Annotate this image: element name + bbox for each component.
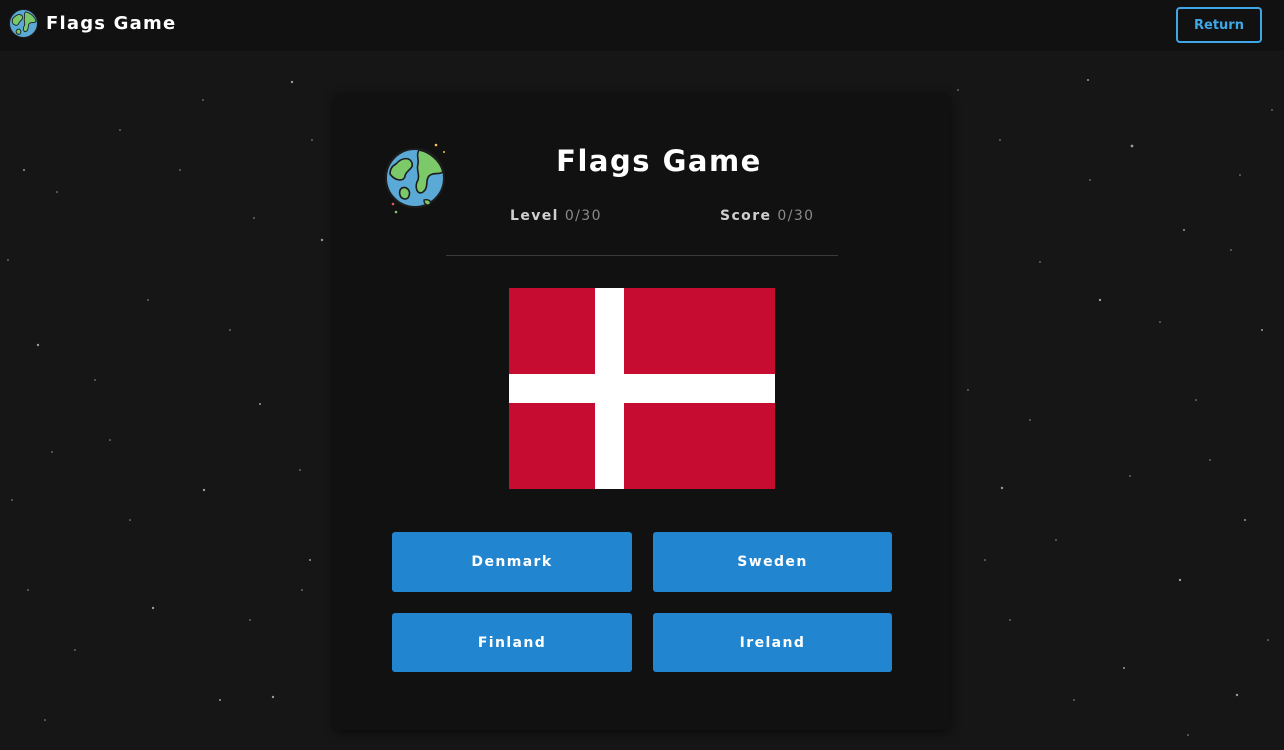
globe-icon xyxy=(8,8,39,38)
level-stat: Level 0/30 xyxy=(510,208,602,224)
level-label: Level xyxy=(510,208,559,224)
return-button[interactable]: Return xyxy=(1176,7,1262,43)
answer-button-3[interactable]: Finland xyxy=(392,613,632,672)
brand[interactable]: Flags Game xyxy=(8,7,176,39)
flag-cross-horizontal xyxy=(509,374,775,403)
level-value: 0/30 xyxy=(564,208,602,224)
score-label: Score xyxy=(720,208,772,224)
score-stat: Score 0/30 xyxy=(720,208,814,224)
score-value: 0/30 xyxy=(777,208,815,224)
top-navbar: Flags Game Return xyxy=(0,0,1284,51)
flag-image xyxy=(509,288,775,489)
answer-button-1[interactable]: Denmark xyxy=(392,532,632,592)
divider xyxy=(446,255,838,256)
game-title: Flags Game xyxy=(556,144,762,178)
navbar-title: Flags Game xyxy=(46,12,177,34)
answer-button-2[interactable]: Sweden xyxy=(653,532,892,592)
game-card: Flags Game Level 0/30 Score 0/30 Denmark S… xyxy=(334,94,950,730)
answer-button-4[interactable]: Ireland xyxy=(653,613,892,672)
